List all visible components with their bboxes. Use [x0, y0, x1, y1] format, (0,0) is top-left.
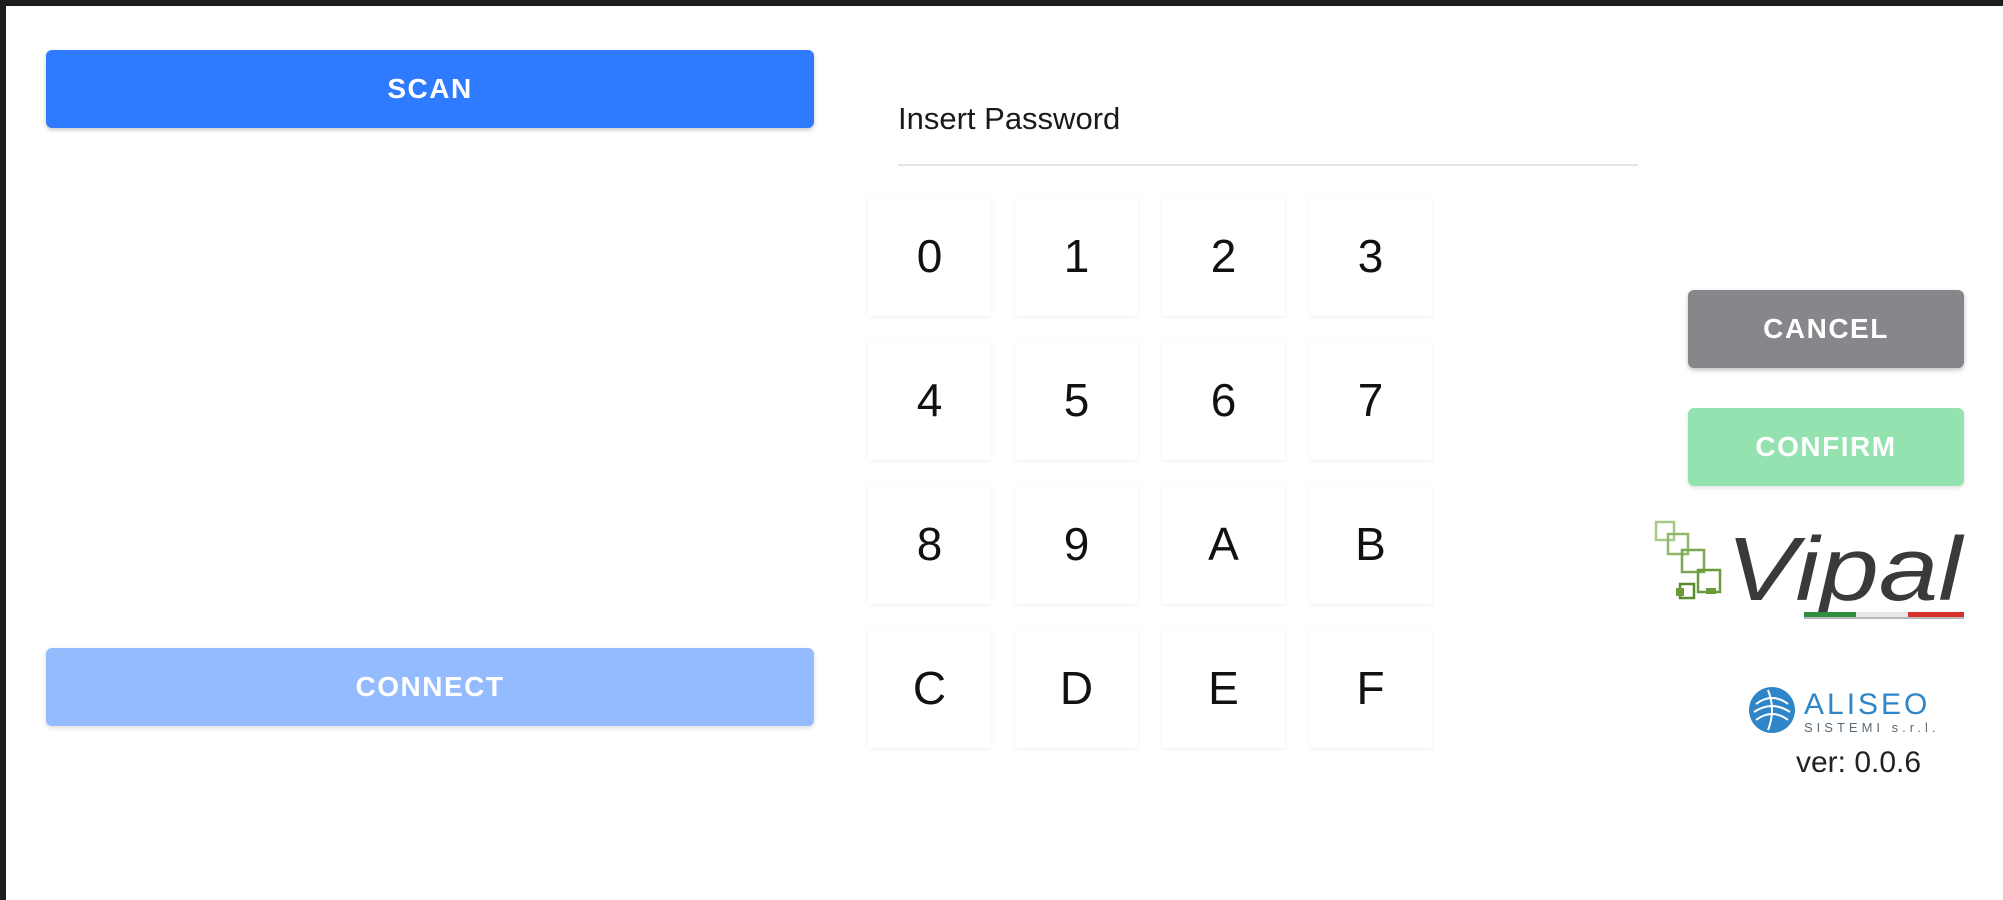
- key-b[interactable]: B: [1309, 484, 1432, 604]
- key-1[interactable]: 1: [1015, 196, 1138, 316]
- version-label: ver: 0.0.6: [1796, 746, 1922, 779]
- key-9[interactable]: 9: [1015, 484, 1138, 604]
- hex-keypad: 0 1 2 3 4 5 6 7 8 9 A B C D E F: [868, 196, 1432, 748]
- key-5[interactable]: 5: [1015, 340, 1138, 460]
- key-a[interactable]: A: [1162, 484, 1285, 604]
- key-8[interactable]: 8: [868, 484, 991, 604]
- vipal-wordmark: Vipal: [1726, 520, 1966, 620]
- key-f[interactable]: F: [1309, 628, 1432, 748]
- aliseo-subtitle: SISTEMI s.r.l.: [1804, 720, 1939, 735]
- cancel-button[interactable]: CANCEL: [1688, 290, 1964, 368]
- key-0[interactable]: 0: [868, 196, 991, 316]
- key-2[interactable]: 2: [1162, 196, 1285, 316]
- key-d[interactable]: D: [1015, 628, 1138, 748]
- key-3[interactable]: 3: [1309, 196, 1432, 316]
- key-c[interactable]: C: [868, 628, 991, 748]
- aliseo-name: ALISEO: [1804, 688, 1930, 721]
- app-window: SCAN CONNECT 0 1 2 3 4 5 6 7 8 9 A B C D…: [6, 6, 2003, 900]
- vipal-logo-icon: Vipal: [1654, 520, 1966, 620]
- aliseo-logo-icon: ALISEO SISTEMI s.r.l.: [1749, 687, 1939, 735]
- key-4[interactable]: 4: [868, 340, 991, 460]
- key-e[interactable]: E: [1162, 628, 1285, 748]
- connect-button[interactable]: CONNECT: [46, 648, 814, 726]
- password-input[interactable]: [898, 74, 1638, 166]
- key-7[interactable]: 7: [1309, 340, 1432, 460]
- key-6[interactable]: 6: [1162, 340, 1285, 460]
- confirm-button[interactable]: CONFIRM: [1688, 408, 1964, 486]
- scan-button[interactable]: SCAN: [46, 50, 814, 128]
